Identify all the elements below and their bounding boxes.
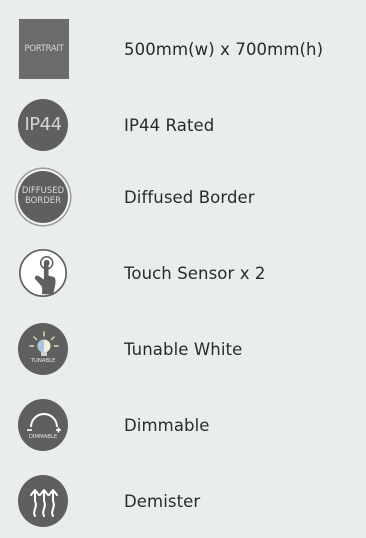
demister-icon xyxy=(18,475,68,527)
diffused-border-icon: DIFFUSED BORDER xyxy=(18,171,68,223)
feature-row-demister: Demister xyxy=(0,464,366,538)
feature-row-dimmable: DIMMABLE Dimmable xyxy=(0,388,366,462)
ip44-icon: IP44 xyxy=(18,99,68,151)
feature-row-ip44: IP44 IP44 Rated xyxy=(0,88,366,162)
touch-sensor-icon xyxy=(18,248,68,298)
feature-label-touch-sensor: Touch Sensor x 2 xyxy=(124,263,266,283)
diffused-icon-text-2: BORDER xyxy=(24,196,62,206)
feature-label-diffused-border: Diffused Border xyxy=(124,187,255,207)
dimmable-icon: DIMMABLE xyxy=(18,399,68,451)
feature-row-touch-sensor: Touch Sensor x 2 xyxy=(0,236,366,310)
feature-label-dimmable: Dimmable xyxy=(124,415,210,435)
feature-label-size: 500mm(w) x 700mm(h) xyxy=(124,39,324,59)
dimmable-icon-text: DIMMABLE xyxy=(28,434,58,441)
feature-row-size: PORTRAIT 500mm(w) x 700mm(h) xyxy=(0,12,366,86)
tunable-icon-text: TUNABLE xyxy=(30,358,56,365)
feature-list: PORTRAIT 500mm(w) x 700mm(h) IP44 IP44 R… xyxy=(0,0,366,532)
feature-label-ip44: IP44 Rated xyxy=(124,115,215,135)
ip44-icon-text: IP44 xyxy=(24,113,62,135)
portrait-icon-text: PORTRAIT xyxy=(24,44,64,54)
tunable-white-icon: TUNABLE xyxy=(18,323,68,375)
feature-row-tunable-white: TUNABLE Tunable White xyxy=(0,312,366,386)
portrait-icon: PORTRAIT xyxy=(19,19,69,79)
feature-label-tunable-white: Tunable White xyxy=(124,339,243,359)
feature-label-demister: Demister xyxy=(124,491,201,511)
feature-row-diffused-border: DIFFUSED BORDER Diffused Border xyxy=(0,160,366,234)
